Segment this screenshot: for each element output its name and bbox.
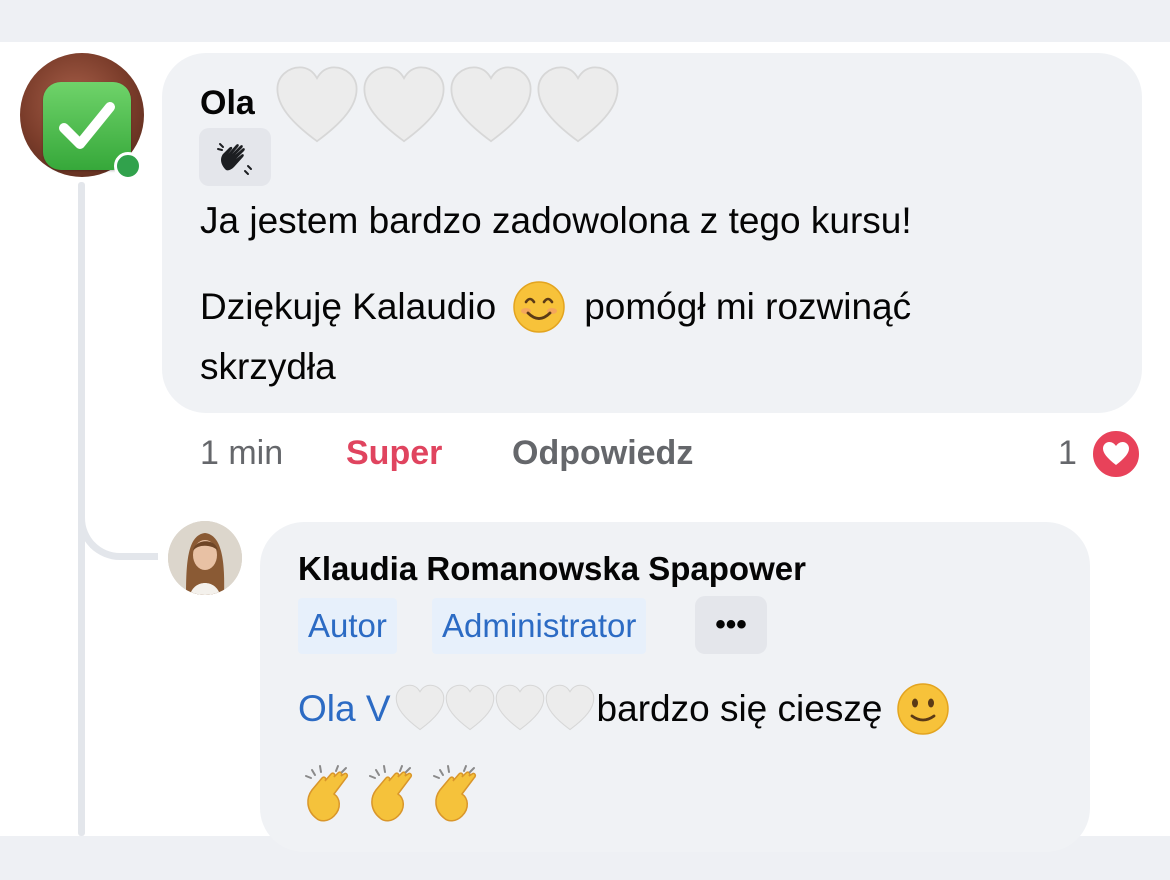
name-obscuring-hearts <box>393 682 594 736</box>
heart-icon <box>545 684 594 731</box>
comment-timestamp[interactable]: 1 min <box>200 434 283 473</box>
comment-text-fragment: pomógł mi rozwinąć <box>584 286 912 327</box>
comment-text-line: Dziękuję Kalaudio pomógł mi rozwinąć <box>200 280 911 334</box>
heart-icon <box>450 66 532 143</box>
reply-text-line: Ola V bardzo się cieszę <box>298 682 950 736</box>
reaction-count[interactable]: 1 <box>1058 434 1077 473</box>
reply-author-name[interactable]: Klaudia Romanowska Spapower <box>298 550 806 588</box>
avatar[interactable] <box>168 521 242 595</box>
heart-icon <box>395 684 444 731</box>
top-band <box>0 0 1170 42</box>
reply-button[interactable]: Odpowiedz <box>512 434 693 473</box>
more-options-button[interactable]: ••• <box>695 596 767 654</box>
smiling-face-icon <box>513 281 565 333</box>
mention-link[interactable]: Ola V <box>298 688 391 730</box>
reply-text: bardzo się cieszę <box>596 688 883 729</box>
clapping-hands-icon <box>369 765 412 822</box>
clapping-hands-row <box>298 762 490 824</box>
heart-icon <box>537 66 619 143</box>
thread-connector-curve <box>78 500 158 560</box>
heart-icon <box>445 684 494 731</box>
slightly-smiling-face-icon <box>897 683 950 735</box>
love-reaction-icon[interactable] <box>1090 428 1142 480</box>
heart-icon <box>276 66 358 143</box>
reaction-button[interactable]: Super <box>346 434 442 473</box>
heart-icon <box>363 66 445 143</box>
online-status-dot <box>114 152 142 180</box>
waving-hand-icon[interactable] <box>199 128 271 186</box>
comment-text-line: skrzydła <box>200 346 336 387</box>
comment-text-fragment: Dziękuję Kalaudio <box>200 286 497 327</box>
clapping-hands-icon <box>305 765 348 822</box>
admin-tag[interactable]: Administrator <box>432 598 647 654</box>
name-obscuring-hearts <box>272 62 620 152</box>
comment-author-name[interactable]: Ola <box>200 84 255 123</box>
clapping-hands-icon <box>433 765 476 822</box>
author-tag[interactable]: Autor <box>298 598 397 654</box>
heart-icon <box>495 684 544 731</box>
comment-text-line: Ja jestem bardzo zadowolona z tego kursu… <box>200 200 912 241</box>
